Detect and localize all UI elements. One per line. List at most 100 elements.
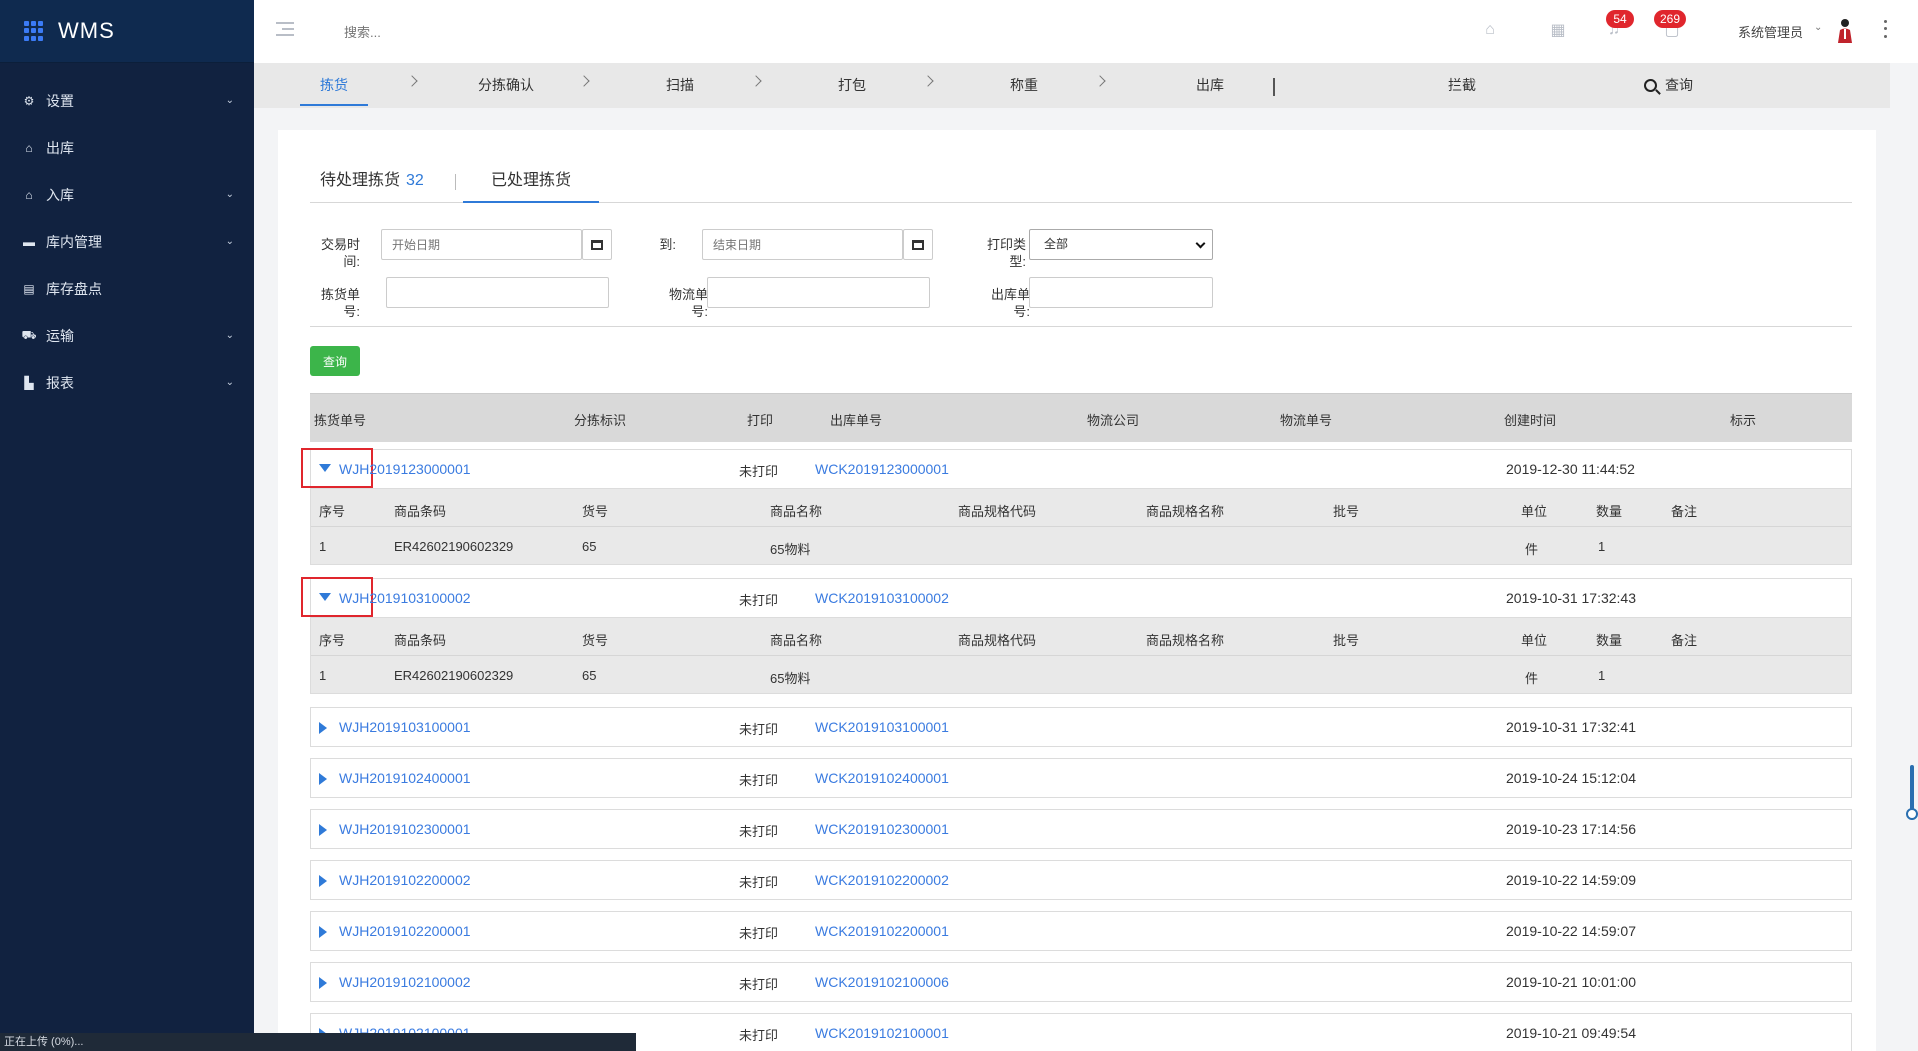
column-header[interactable]: 打印: [747, 410, 773, 429]
column-header[interactable]: 标示: [1730, 410, 1756, 429]
detail-column-header: 数量: [1596, 633, 1623, 648]
sidebar: WMS ⚙ 设置 ⌄ ⌂ 出库 ⌂ 入库 ⌄ ▬ 库内管理 ⌄ ▤ 库存盘点 ⛟…: [0, 0, 254, 1051]
grid-icon[interactable]: ▦: [1548, 20, 1568, 40]
end-date-calendar-button[interactable]: [903, 229, 933, 260]
pick-no-link[interactable]: WJH2019123000001: [339, 461, 471, 477]
outbound-no-link[interactable]: WCK2019102200002: [815, 872, 949, 888]
sidebar-item-inventory[interactable]: ▤ 库存盘点: [0, 265, 254, 312]
outbound-no-link[interactable]: WCK2019102200001: [815, 923, 949, 939]
step-outbound[interactable]: 出库: [1196, 75, 1224, 95]
start-date-calendar-button[interactable]: [582, 229, 612, 260]
step-sort-confirm[interactable]: 分拣确认: [478, 75, 534, 95]
outbound-no-link[interactable]: WCK2019103100001: [815, 719, 949, 735]
to-label: 到:: [659, 237, 676, 252]
message-badge: 269: [1654, 10, 1687, 28]
chevron-down-icon: [1195, 238, 1206, 249]
search-input[interactable]: [344, 20, 604, 44]
menu-toggle-icon[interactable]: [276, 22, 294, 36]
sidebar-item-inbound[interactable]: ⌂ 入库 ⌄: [0, 171, 254, 218]
apps-grid-icon[interactable]: [24, 21, 44, 41]
expand-toggle-icon[interactable]: [319, 773, 327, 785]
column-header[interactable]: 分拣标识: [574, 410, 626, 429]
column-header[interactable]: 创建时间: [1504, 410, 1556, 429]
print-status: 未打印: [739, 926, 779, 941]
more-options-icon[interactable]: [1882, 18, 1888, 40]
outbound-no-input[interactable]: [1029, 277, 1213, 308]
user-name[interactable]: 系统管理员: [1738, 22, 1803, 41]
avatar[interactable]: [1836, 18, 1854, 44]
created-time: 2019-10-22 14:59:09: [1506, 872, 1636, 888]
outbound-no-link[interactable]: WCK2019123000001: [815, 461, 949, 477]
pick-no-link[interactable]: WJH2019102100002: [339, 974, 471, 990]
pick-no-link[interactable]: WJH2019102200002: [339, 872, 471, 888]
pick-no-link[interactable]: WJH2019102300001: [339, 821, 471, 837]
pick-no-link[interactable]: WJH2019103100001: [339, 719, 471, 735]
sidebar-item-settings[interactable]: ⚙ 设置 ⌄: [0, 77, 254, 124]
pick-no-link[interactable]: WJH2019102400001: [339, 770, 471, 786]
detail-column-header: 批号: [1333, 504, 1360, 519]
home-icon[interactable]: ⌂: [1480, 20, 1500, 40]
table-row[interactable]: WJH2019102200001 未打印 WCK2019102200001 20…: [310, 911, 1852, 951]
expand-toggle-icon[interactable]: [319, 875, 327, 887]
outbound-no-link[interactable]: WCK2019102400001: [815, 770, 949, 786]
detail-column-header: 备注: [1671, 633, 1698, 648]
outbound-icon: ⌂: [25, 140, 33, 155]
step-weigh[interactable]: 称重: [1010, 75, 1038, 95]
table-row[interactable]: WJH2019102200002 未打印 WCK2019102200002 20…: [310, 860, 1852, 900]
table-row[interactable]: WJH2019102400001 未打印 WCK2019102400001 20…: [310, 758, 1852, 798]
query-button[interactable]: 查询: [310, 346, 360, 376]
sidebar-item-transport[interactable]: ⛟ 运输 ⌄: [0, 312, 254, 359]
outbound-no-link[interactable]: WCK2019102100001: [815, 1025, 949, 1041]
expand-toggle-icon[interactable]: [319, 926, 327, 938]
logistics-no-input[interactable]: [707, 277, 930, 308]
detail-sku: 65: [582, 668, 597, 683]
trade-time-label: 交易时间:: [320, 237, 360, 269]
chevron-down-icon[interactable]: ⌄: [1814, 22, 1822, 33]
pick-no-input[interactable]: [386, 277, 609, 308]
bar-chart-icon: ▙: [24, 375, 34, 390]
sidebar-item-warehouse[interactable]: ▬ 库内管理 ⌄: [0, 218, 254, 265]
table-row[interactable]: WJH2019102300001 未打印 WCK2019102300001 20…: [310, 809, 1852, 849]
column-header[interactable]: 物流公司: [1087, 410, 1139, 429]
step-intercept[interactable]: 拦截: [1448, 75, 1476, 95]
detail-qty: 1: [1598, 668, 1606, 683]
outbound-no-link[interactable]: WCK2019102300001: [815, 821, 949, 837]
tab-processed[interactable]: 已处理拣货: [463, 170, 600, 203]
print-type-select[interactable]: 全部: [1029, 229, 1213, 260]
end-date-input[interactable]: [702, 229, 903, 260]
expand-toggle-icon[interactable]: [319, 977, 327, 989]
scrollbar-handle[interactable]: [1906, 808, 1918, 820]
sidebar-item-outbound[interactable]: ⌂ 出库: [0, 124, 254, 171]
chevron-right-icon: [578, 75, 590, 87]
expand-toggle-icon[interactable]: [319, 722, 327, 734]
detail-column-header: 货号: [582, 633, 609, 648]
column-header[interactable]: 拣货单号: [314, 410, 366, 429]
detail-qty: 1: [1598, 539, 1606, 554]
pick-no-link[interactable]: WJH2019103100002: [339, 590, 471, 606]
sidebar-item-reports[interactable]: ▙ 报表 ⌄: [0, 359, 254, 406]
start-date-input[interactable]: [381, 229, 582, 260]
step-scan[interactable]: 扫描: [666, 75, 694, 95]
detail-name: 65物料: [770, 671, 811, 686]
app-title: WMS: [58, 18, 115, 43]
expand-toggle-icon[interactable]: [319, 824, 327, 836]
table-row[interactable]: WJH2019103100002 未打印 WCK2019103100002 20…: [301, 577, 1852, 618]
query-link[interactable]: 查询: [1644, 75, 1693, 95]
outbound-no-link[interactable]: WCK2019102100006: [815, 974, 949, 990]
table-row[interactable]: WJH2019103100001 未打印 WCK2019103100001 20…: [310, 707, 1852, 747]
step-picking[interactable]: 拣货: [320, 75, 348, 95]
print-status: 未打印: [739, 875, 779, 890]
column-header[interactable]: 物流单号: [1280, 410, 1332, 429]
pick-no-link[interactable]: WJH2019102200001: [339, 923, 471, 939]
outbound-no-link[interactable]: WCK2019103100002: [815, 590, 949, 606]
main-panel: 待处理拣货 32 已处理拣货 交易时间: 到: 打印类型: 全部 拣货单号: 物流…: [278, 130, 1876, 1051]
tab-pending[interactable]: 待处理拣货 32: [320, 170, 424, 203]
scrollbar-track[interactable]: [1890, 63, 1918, 1051]
detail-name: 65物料: [770, 542, 811, 557]
table-row[interactable]: WJH2019102100002 未打印 WCK2019102100006 20…: [310, 962, 1852, 1002]
column-header[interactable]: 出库单号: [830, 410, 882, 429]
print-status: 未打印: [739, 722, 779, 737]
table-row[interactable]: WJH2019123000001 未打印 WCK2019123000001 20…: [301, 448, 1852, 489]
tab-bar: 待处理拣货 32 已处理拣货: [310, 170, 1852, 203]
step-pack[interactable]: 打包: [838, 75, 866, 95]
